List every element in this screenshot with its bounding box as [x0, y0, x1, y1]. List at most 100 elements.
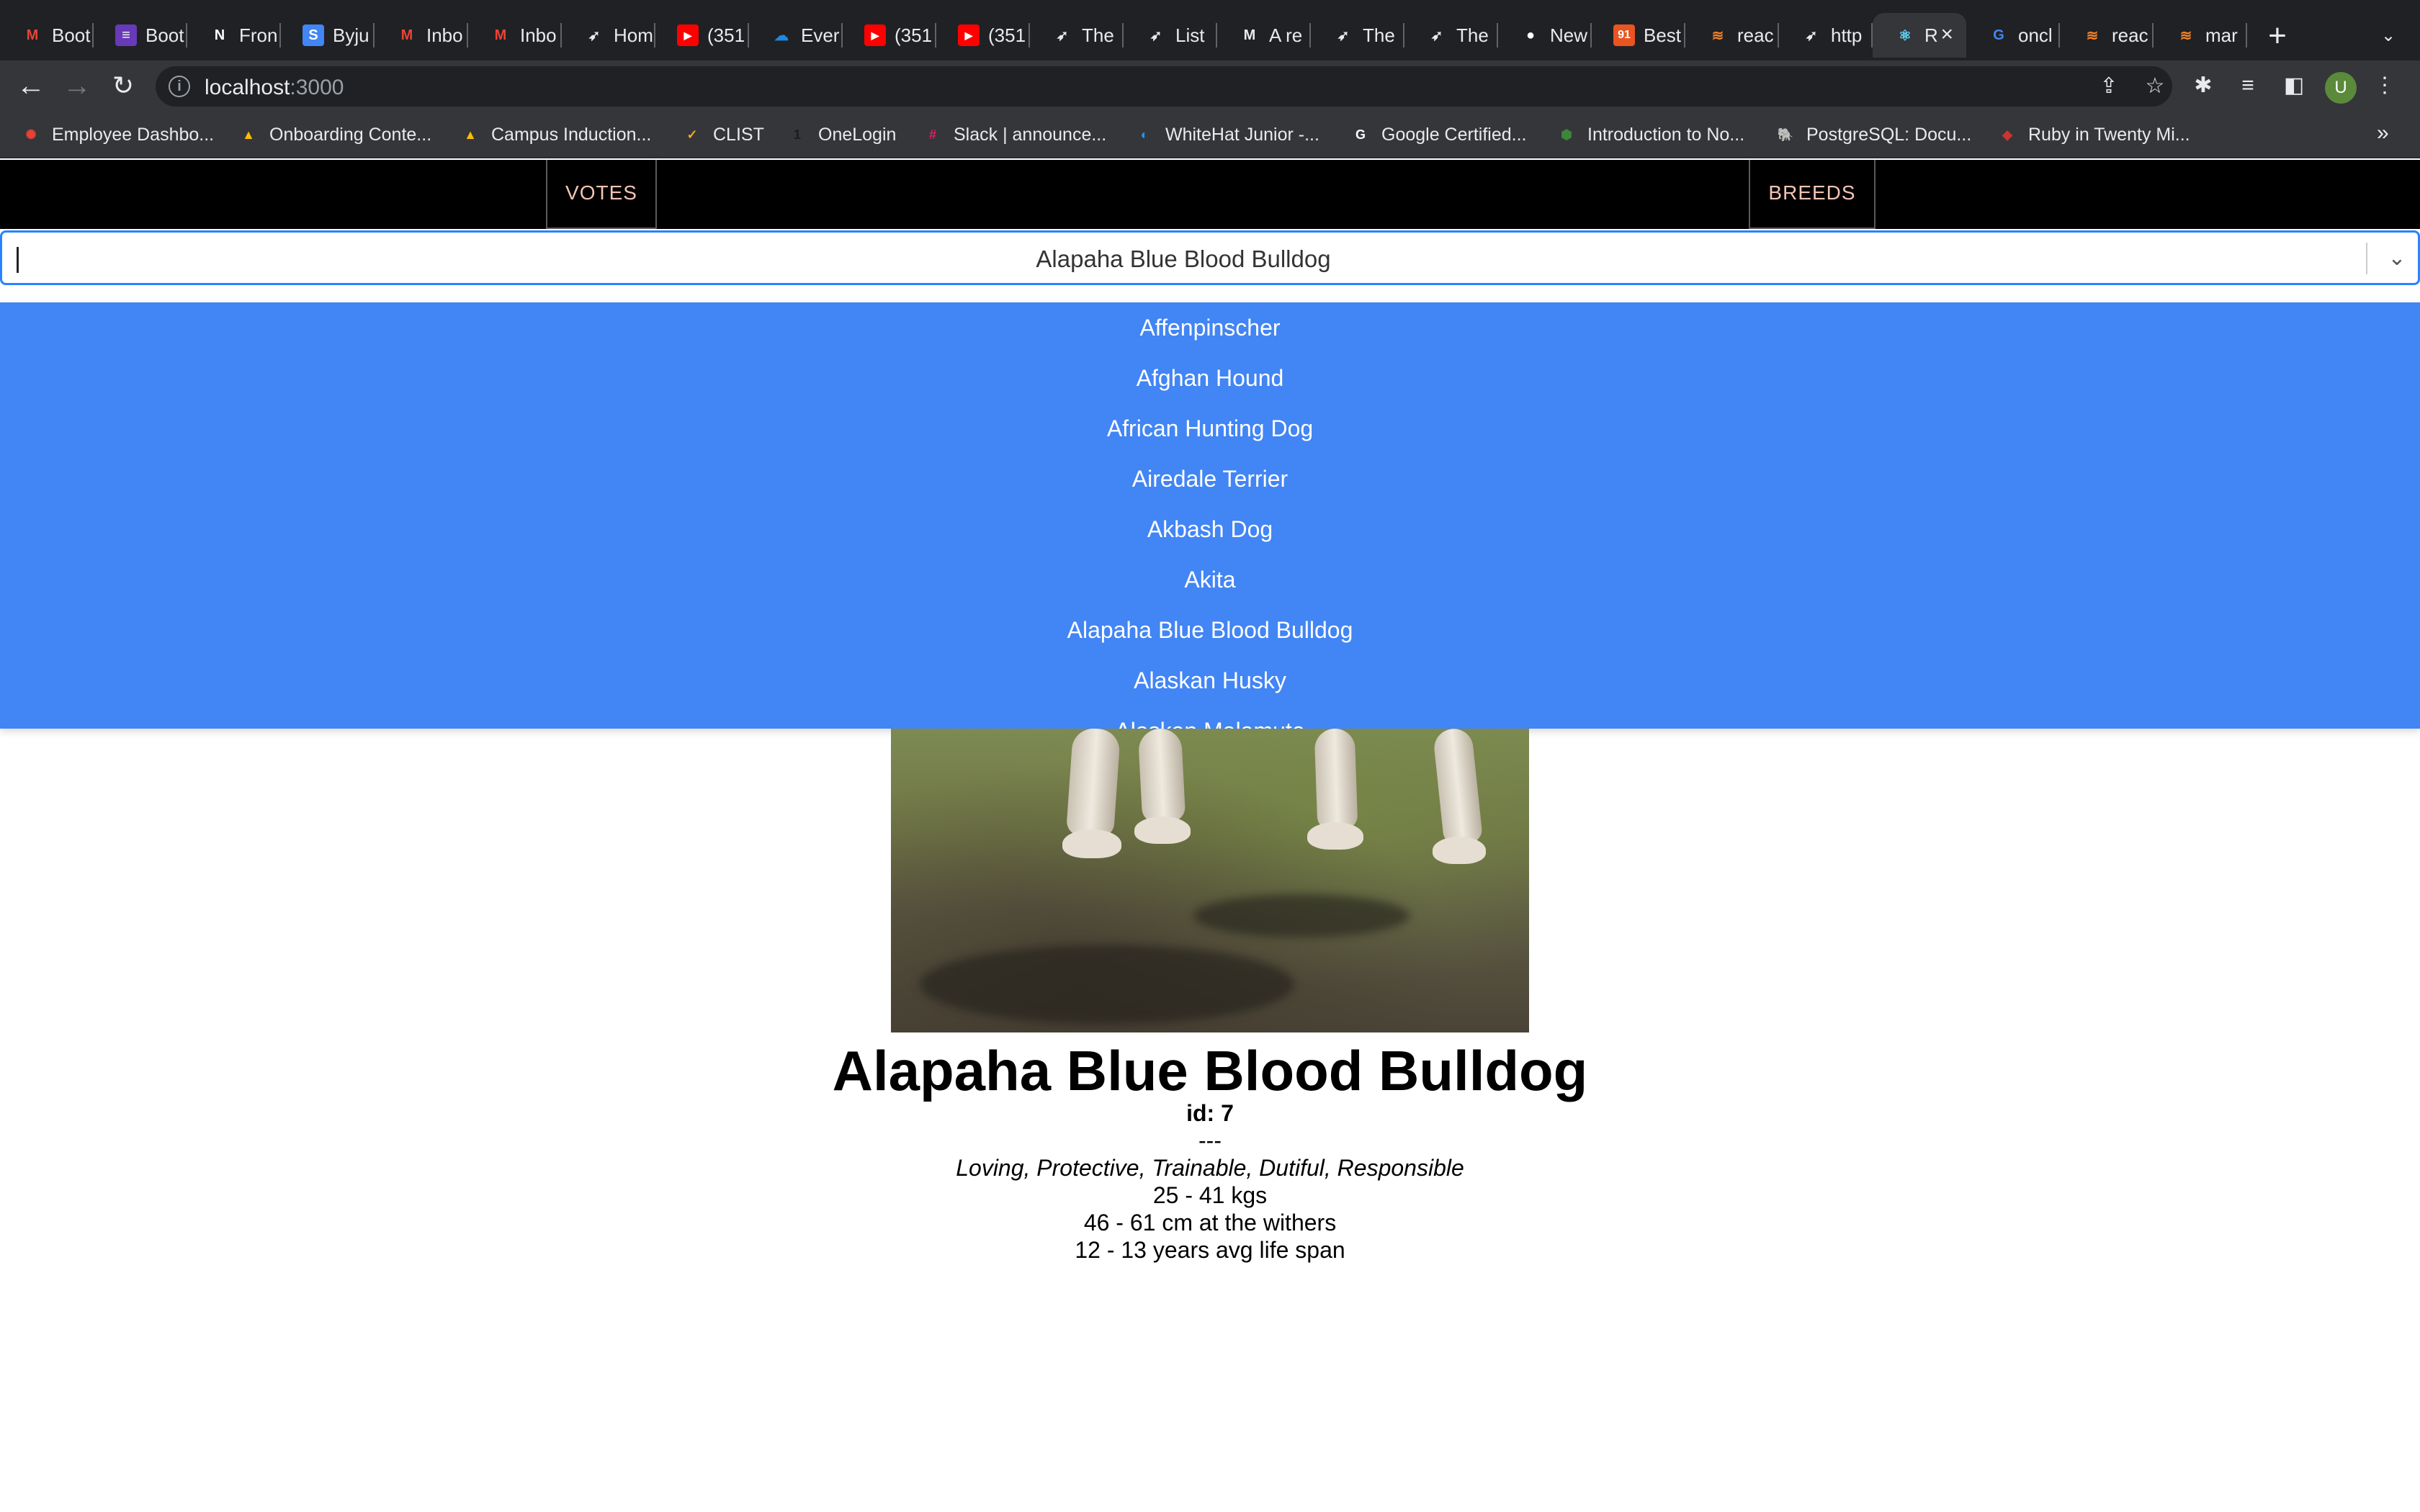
browser-tab-label: http	[1831, 24, 1863, 46]
browser-tab[interactable]: ☁ Ever	[749, 13, 843, 58]
browser-tab[interactable]: ⚛ R ×	[1873, 13, 1966, 58]
bookmark-item[interactable]: 🐘 PostgreSQL: Docu...	[1775, 122, 1972, 147]
google-icon: G	[1355, 127, 1366, 142]
browser-tab-label: (351	[707, 24, 745, 46]
bookmark-item[interactable]: # Slack | announce...	[922, 122, 1106, 147]
browser-tab[interactable]: M A re	[1217, 13, 1311, 58]
google-icon: G	[1993, 27, 2004, 43]
browser-tab[interactable]: ▶ (351	[936, 13, 1030, 58]
browser-tab[interactable]: N Fron	[187, 13, 281, 58]
browser-tab[interactable]: ● New	[1498, 13, 1592, 58]
browser-tab-label: List	[1175, 24, 1205, 46]
chevron-down-icon[interactable]: ⌄	[2380, 241, 2414, 276]
share-icon[interactable]: ⇪	[2096, 73, 2122, 99]
breed-name-heading: Alapaha Blue Blood Bulldog	[832, 1039, 1588, 1102]
bookmark-item[interactable]: ◐ WhiteHat Junior -...	[1134, 122, 1319, 147]
react-icon: ⚛	[1899, 27, 1912, 44]
browser-tab[interactable]: Goncl	[1966, 13, 2060, 58]
bookmark-item[interactable]: ▲ Campus Induction...	[460, 122, 651, 147]
breed-option[interactable]: Affenpinscher	[0, 302, 2420, 353]
bookmark-item[interactable]: ✺ Employee Dashbo...	[20, 122, 214, 147]
site-info-icon[interactable]: i	[169, 76, 190, 97]
bookmark-item[interactable]: ✓ CLIST	[681, 122, 763, 147]
browser-tab[interactable]: ➶ List	[1124, 13, 1217, 58]
breed-option[interactable]: Afghan Hound	[0, 353, 2420, 403]
breed-option[interactable]: Alapaha Blue Blood Bulldog	[0, 605, 2420, 655]
browser-tab-label: reac	[2112, 24, 2148, 46]
dog-leg	[1314, 729, 1358, 830]
forms-icon: ≡	[115, 24, 137, 46]
breed-option[interactable]: Alaskan Malamute	[0, 706, 2420, 729]
bookmark-item[interactable]: ▲ Onboarding Conte...	[238, 122, 431, 147]
browser-tab-label: Best	[1644, 24, 1682, 46]
bookmark-label: Campus Induction...	[491, 124, 652, 145]
bookmark-label: Introduction to No...	[1587, 124, 1745, 145]
bookmark-item[interactable]: ⬢ Introduction to No...	[1556, 122, 1744, 147]
ruby-icon: ◆	[2002, 127, 2012, 142]
new-tab-button[interactable]: +	[2262, 16, 2293, 56]
browser-tab[interactable]: M Inbo	[468, 13, 562, 58]
bookmarks-bar: ✺ Employee Dashbo... ▲ Onboarding Conte... ▲…	[0, 111, 2420, 158]
menu-kebab-icon[interactable]: ⋮	[2370, 71, 2400, 101]
breed-weight: 25 - 41 kgs	[1152, 1182, 1268, 1208]
browser-tab[interactable]: ▶ (351	[655, 13, 749, 58]
address-bar[interactable]: i localhost:3000 ⇪ ☆	[156, 66, 2172, 107]
stackoverflow-icon: ≋	[2086, 27, 2099, 44]
breed-life-span: 12 - 13 years avg life span	[1075, 1237, 1345, 1263]
onelogin-icon: 1	[793, 127, 801, 142]
breed-option[interactable]: Alaskan Husky	[0, 655, 2420, 706]
sites-icon: S	[302, 24, 324, 46]
breed-height: 46 - 61 cm at the withers	[1083, 1210, 1337, 1236]
gmail-icon: M	[400, 27, 413, 43]
medium-icon: M	[1243, 27, 1256, 43]
cat-icon: ➶	[1056, 27, 1069, 44]
browser-tab-label: Inbo	[426, 24, 463, 46]
browser-tab[interactable]: ➶ Hom	[562, 13, 655, 58]
bookmark-item[interactable]: 1 OneLogin	[786, 122, 896, 147]
reload-button[interactable]: ↻	[105, 68, 141, 104]
nav-tab-breeds[interactable]: BREEDS	[1749, 160, 1876, 229]
dog-leg	[1065, 729, 1121, 839]
side-panel-icon[interactable]: ◧	[2279, 71, 2309, 101]
more-bookmarks-icon[interactable]: »	[2377, 121, 2389, 145]
breed-photo	[891, 729, 1529, 1032]
breed-dropdown-menu: Affenpinscher Afghan Hound African Hunting…	[0, 302, 2420, 729]
browser-tab[interactable]: S Byju	[281, 13, 375, 58]
breed-select[interactable]: Alapaha Blue Blood Bulldog ⌄	[0, 230, 2420, 285]
browser-tab[interactable]: ➶ The	[1404, 13, 1498, 58]
browser-tab[interactable]: ➶ http	[1779, 13, 1873, 58]
back-button[interactable]: ←	[13, 68, 49, 104]
breed-option[interactable]: Akbash Dog	[0, 504, 2420, 554]
nav-tab-votes[interactable]: VOTES	[546, 160, 657, 229]
browser-tab[interactable]: ➶ The	[1030, 13, 1124, 58]
browser-tab[interactable]: ≋ reac	[2060, 13, 2154, 58]
browser-tab-label: Fron	[239, 24, 278, 46]
media-queue-icon[interactable]: ≡	[2233, 71, 2263, 101]
bookmark-item[interactable]: G Google Certified...	[1350, 122, 1527, 147]
browser-tab[interactable]: ▶ (351	[843, 13, 936, 58]
browser-tab[interactable]: ➶ The	[1311, 13, 1404, 58]
browser-tab[interactable]: M Boot	[0, 13, 94, 58]
profile-avatar[interactable]: U	[2325, 72, 2357, 104]
forward-button[interactable]: →	[59, 68, 95, 104]
bookmark-label: Slack | announce...	[954, 124, 1107, 145]
github-icon: ●	[1525, 27, 1536, 43]
browser-tab[interactable]: ≋ mar	[2154, 13, 2247, 58]
breed-option[interactable]: Airedale Terrier	[0, 454, 2420, 504]
breed-temperament: Loving, Protective, Trainable, Dutiful, …	[956, 1155, 1464, 1181]
bookmark-star-icon[interactable]: ☆	[2142, 73, 2168, 99]
browser-tab[interactable]: M Inbo	[375, 13, 468, 58]
bookmark-item[interactable]: ◆ Ruby in Twenty Mi...	[1996, 122, 2190, 147]
dog-leg	[1432, 729, 1484, 846]
browser-tab[interactable]: ≡ Boot	[94, 13, 187, 58]
drive-icon: ▲	[464, 127, 477, 142]
extensions-puzzle-icon[interactable]: ✱	[2188, 71, 2218, 101]
bookmark-label: OneLogin	[818, 124, 897, 145]
tab-search-button[interactable]: ⌄	[2372, 20, 2404, 52]
breed-option[interactable]: Akita	[0, 554, 2420, 605]
close-tab-icon[interactable]: ×	[1940, 22, 1953, 48]
bookmark-label: Ruby in Twenty Mi...	[2028, 124, 2190, 145]
browser-tab[interactable]: ≋ reac	[1685, 13, 1779, 58]
browser-tab[interactable]: 91 Best	[1592, 13, 1685, 58]
breed-option[interactable]: African Hunting Dog	[0, 403, 2420, 454]
